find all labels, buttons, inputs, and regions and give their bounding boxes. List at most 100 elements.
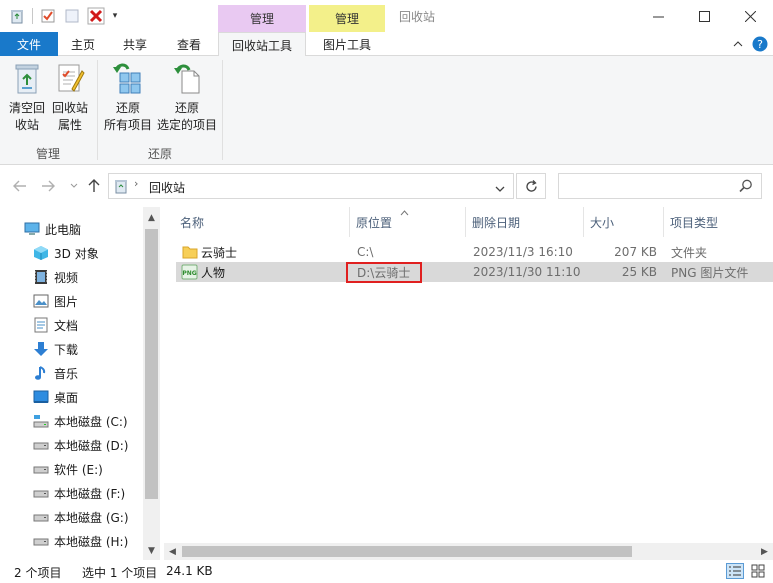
drive-icon xyxy=(33,485,49,501)
empty-bin-label-1: 清空回 xyxy=(8,101,45,115)
breadcrumb-separator-icon[interactable]: › xyxy=(134,177,138,190)
download-icon xyxy=(33,341,49,357)
delete-x-icon[interactable] xyxy=(87,7,105,25)
large-icons-view-icon[interactable] xyxy=(750,563,766,582)
scroll-left-arrow-icon[interactable]: ◀ xyxy=(164,543,181,560)
ribbon-group-restore-label: 还原 xyxy=(148,147,173,161)
bin-props-label-1: 回收站 xyxy=(51,101,88,115)
recycle-bin-small-icon xyxy=(8,7,26,25)
tree-label: 3D 对象 xyxy=(54,246,99,261)
recent-locations-chevron-icon[interactable] xyxy=(66,178,82,194)
restore-all-icon xyxy=(112,60,144,96)
minimize-button[interactable] xyxy=(635,0,681,32)
column-header-size[interactable]: 大小 xyxy=(584,207,664,237)
file-size: 25 KB xyxy=(621,265,657,279)
column-header-label: 名称 xyxy=(180,215,205,230)
column-header-name[interactable]: 名称 xyxy=(174,207,350,237)
tree-label: 文档 xyxy=(54,318,79,333)
ribbon-tab-strip: 文件 主页 共享 查看 回收站工具 图片工具 ? xyxy=(0,32,773,57)
tab-home[interactable]: 主页 xyxy=(58,32,108,56)
recycle-bin-properties-button[interactable]: 回收站 属性 xyxy=(49,60,91,134)
forward-arrow-icon[interactable] xyxy=(40,178,56,194)
svg-text:PNG: PNG xyxy=(182,270,196,277)
navigation-pane: 此电脑 3D 对象 视频 图片 文档 下载 音乐 桌面 本地磁盘 (C:) 本地… xyxy=(0,207,160,560)
restore-selected-items-button[interactable]: 还原 选定的项目 xyxy=(156,60,218,134)
file-original-location: C:\ xyxy=(357,245,374,259)
column-header-date-deleted[interactable]: 删除日期 xyxy=(466,207,584,237)
file-type: 文件夹 xyxy=(671,245,708,260)
address-history-chevron-icon[interactable] xyxy=(495,182,505,196)
tab-file[interactable]: 文件 xyxy=(0,32,58,56)
help-icon[interactable]: ? xyxy=(751,36,769,52)
scrollbar-thumb[interactable] xyxy=(182,546,632,557)
navigation-pane-scrollbar[interactable]: ▲ ▼ xyxy=(143,207,160,560)
tab-recycle-bin-tools[interactable]: 回收站工具 xyxy=(218,32,306,57)
restore-all-items-button[interactable]: 还原 所有项目 xyxy=(103,60,153,134)
ribbon-group-manage-label: 管理 xyxy=(36,147,61,161)
status-bar: 2 个项目 选中 1 个项目 24.1 KB xyxy=(0,560,773,583)
status-selected-count: 选中 1 个项目 xyxy=(82,566,158,580)
file-list-horizontal-scrollbar[interactable]: ◀ ▶ xyxy=(164,543,773,560)
empty-recycle-bin-button[interactable]: 清空回 收站 xyxy=(6,60,48,134)
empty-bin-label-2: 收站 xyxy=(14,118,39,132)
ribbon-group-divider xyxy=(97,60,98,160)
scroll-up-arrow-icon[interactable]: ▲ xyxy=(143,209,160,226)
tree-label: 桌面 xyxy=(54,390,79,405)
sort-ascending-icon xyxy=(400,205,409,219)
address-bar[interactable]: › 回收站 xyxy=(108,173,514,199)
drive-icon xyxy=(33,509,49,525)
file-date-deleted: 2023/11/3 16:10 xyxy=(473,245,573,259)
new-folder-icon[interactable] xyxy=(63,7,81,25)
properties-check-icon[interactable] xyxy=(39,7,57,25)
tab-share[interactable]: 共享 xyxy=(108,32,162,56)
file-row[interactable]: 云骑士 C:\ 2023/11/3 16:10 207 KB 文件夹 xyxy=(176,242,773,262)
tree-label: 本地磁盘 (D:) xyxy=(54,438,129,453)
search-input[interactable] xyxy=(558,173,762,199)
drive-icon xyxy=(33,533,49,549)
up-arrow-icon[interactable] xyxy=(86,178,102,194)
breadcrumb-recycle-bin[interactable]: 回收站 xyxy=(149,179,185,196)
refresh-button[interactable] xyxy=(516,173,546,199)
column-header-label: 原位置 xyxy=(356,215,393,230)
desktop-icon xyxy=(33,389,49,405)
restore-selected-icon xyxy=(171,60,203,96)
tree-label: 此电脑 xyxy=(45,222,82,237)
maximize-button[interactable] xyxy=(681,0,727,32)
customize-toolbar-chevron-icon[interactable]: ▾ xyxy=(111,7,119,25)
drive-icon xyxy=(33,437,49,453)
file-list: 名称 原位置 删除日期 大小 项目类型 云骑士 C:\ 2023/11/3 16… xyxy=(162,207,773,560)
3d-objects-icon xyxy=(33,245,49,261)
refresh-icon xyxy=(525,179,537,192)
ribbon-group-divider xyxy=(222,60,223,160)
bin-props-label-2: 属性 xyxy=(57,118,82,132)
restore-selected-label-2: 选定的项目 xyxy=(156,118,217,132)
file-size: 207 KB xyxy=(614,245,657,259)
column-header-item-type[interactable]: 项目类型 xyxy=(664,207,773,237)
video-icon xyxy=(33,269,49,285)
details-view-icon[interactable] xyxy=(726,563,744,582)
ribbon-panel: 清空回 收站 回收站 属性 还原 所有项目 还原 选定的项目 管理 还原 xyxy=(0,56,773,165)
collapse-ribbon-chevron-icon[interactable] xyxy=(730,36,746,52)
tab-picture-tools[interactable]: 图片工具 xyxy=(309,32,385,56)
file-row-selected[interactable]: PNG 人物 D:\云骑士 2023/11/30 11:10 25 KB PNG… xyxy=(176,262,773,282)
empty-bin-icon xyxy=(11,60,43,96)
back-arrow-icon[interactable] xyxy=(12,178,28,194)
status-selected-size: 24.1 KB xyxy=(166,564,213,578)
column-header-original-location[interactable]: 原位置 xyxy=(350,207,466,237)
scrollbar-thumb[interactable] xyxy=(145,229,158,499)
computer-icon xyxy=(24,221,40,237)
restore-all-label-1: 还原 xyxy=(115,101,140,115)
tree-label: 下载 xyxy=(54,342,79,357)
tree-label: 软件 (E:) xyxy=(54,462,103,477)
tree-label: 图片 xyxy=(54,294,79,309)
navigation-bar: › 回收站 xyxy=(0,165,773,207)
scroll-down-arrow-icon[interactable]: ▼ xyxy=(143,542,160,559)
png-file-icon: PNG xyxy=(181,262,198,282)
search-icon xyxy=(739,179,753,196)
tab-view[interactable]: 查看 xyxy=(162,32,216,56)
drive-c-icon xyxy=(33,413,49,429)
scroll-right-arrow-icon[interactable]: ▶ xyxy=(756,543,773,560)
file-name: 人物 xyxy=(201,265,226,280)
close-button[interactable] xyxy=(727,0,773,32)
window-title: 回收站 xyxy=(399,10,436,24)
